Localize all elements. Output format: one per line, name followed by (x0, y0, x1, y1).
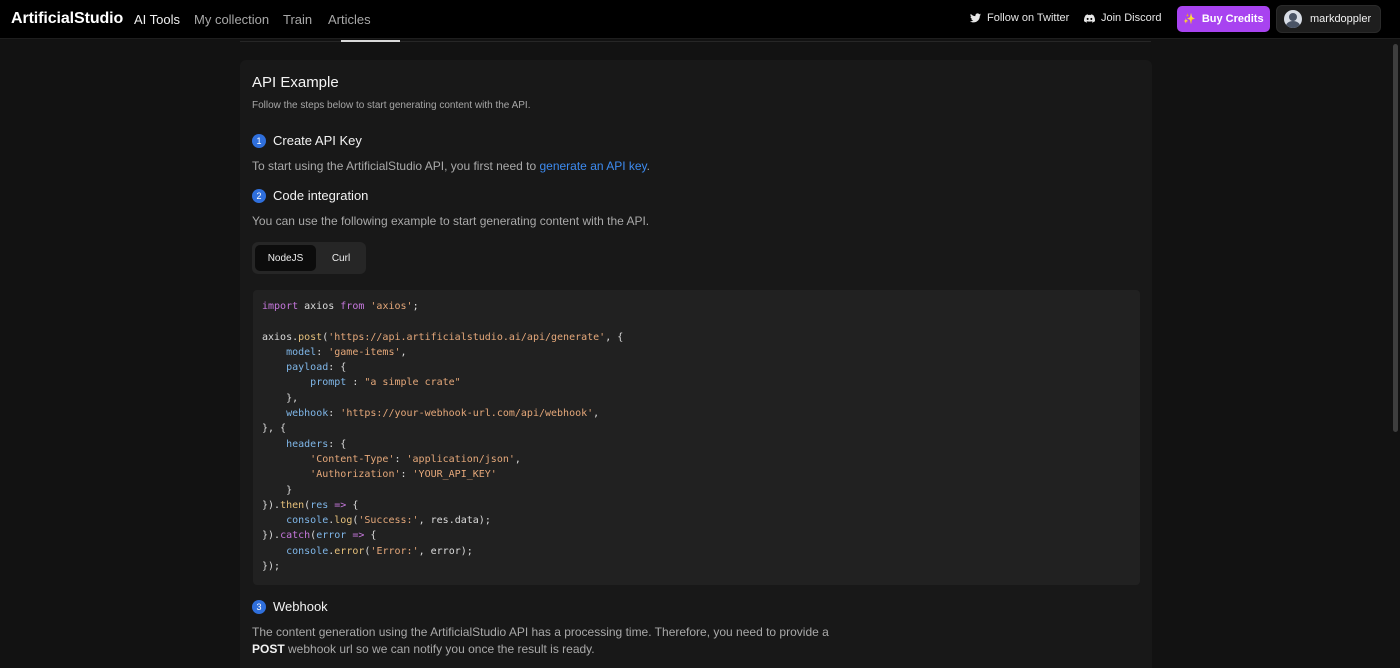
sparkles-icon: ✨ (1183, 13, 1196, 25)
code-token: 'Error:' (370, 545, 419, 557)
step-3-text-line1: The content generation using the Artific… (252, 625, 829, 639)
step-1-text-before: To start using the ArtificialStudio API,… (252, 159, 540, 173)
step-number-badge: 2 (252, 188, 266, 203)
step-1-text: To start using the ArtificialStudio API,… (252, 159, 650, 173)
code-token: 'https://your-webhook-url.com/api/webhoo… (340, 408, 594, 420)
nav-articles[interactable]: Articles (328, 12, 371, 27)
code-snippet: import axios from 'axios'; axios.post('h… (262, 301, 624, 573)
code-token: axios (298, 301, 341, 312)
code-token: 'Authorization' (310, 469, 401, 481)
section-subtitle: Follow the steps below to start generati… (252, 100, 531, 111)
tab-curl[interactable]: Curl (319, 245, 363, 271)
tab-nodejs[interactable]: NodeJS (255, 245, 316, 271)
code-token: 'YOUR_API_KEY' (412, 469, 497, 481)
code-token: 'https://api.artificialstudio.ai/api/gen… (328, 331, 606, 343)
step-number-badge: 1 (252, 133, 266, 148)
code-token: from (340, 301, 365, 312)
nav-ai-tools[interactable]: AI Tools (134, 12, 180, 27)
username: markdoppler (1310, 13, 1372, 25)
join-discord-link[interactable]: Join Discord (1084, 12, 1162, 24)
step-3-text-line2-rest: webhook url so we can notify you once th… (284, 642, 595, 656)
generate-api-key-link[interactable]: generate an API key (539, 159, 646, 173)
buy-credits-button[interactable]: ✨ Buy Credits (1177, 6, 1270, 32)
code-token: "a simple crate" (364, 377, 461, 389)
top-navbar: ArtificialStudio AI Tools My collection … (0, 0, 1400, 39)
brand-logo[interactable]: ArtificialStudio (11, 10, 123, 28)
code-token: 'axios' (370, 301, 413, 312)
code-block[interactable]: import axios from 'axios'; axios.post('h… (253, 290, 1140, 585)
code-token: 'Content-Type' (310, 453, 395, 465)
code-token: 'game-items' (328, 346, 401, 358)
step-title: Create API Key (273, 133, 362, 148)
follow-twitter-link[interactable]: Follow on Twitter (970, 12, 1069, 24)
nav-my-collection[interactable]: My collection (194, 12, 269, 27)
code-token: import (262, 301, 299, 312)
page-scrollbar[interactable] (1393, 44, 1398, 432)
code-language-tabs: NodeJS Curl (252, 242, 366, 274)
code-token: 'Success:' (358, 515, 419, 527)
discord-label: Join Discord (1101, 12, 1162, 24)
step-title: Code integration (273, 188, 369, 203)
section-title: API Example (252, 74, 339, 91)
user-menu-button[interactable]: markdoppler (1276, 5, 1381, 33)
twitter-label: Follow on Twitter (987, 12, 1070, 24)
step-1-text-after: . (646, 159, 651, 173)
step-code-integration: 2 Code integration (252, 188, 368, 203)
buy-credits-label: Buy Credits (1201, 13, 1264, 25)
twitter-icon (970, 13, 981, 23)
page-tab-active-indicator (341, 40, 400, 42)
discord-icon (1084, 13, 1095, 23)
post-method-label: POST (252, 642, 285, 656)
code-token: 'application/json' (406, 453, 515, 465)
step-title: Webhook (273, 599, 328, 614)
avatar (1284, 10, 1302, 28)
step-create-api-key: 1 Create API Key (252, 133, 362, 148)
step-number-badge: 3 (252, 599, 266, 614)
step-2-text: You can use the following example to sta… (252, 214, 650, 228)
step-3-text-line2: POST webhook url so we can notify you on… (252, 642, 595, 656)
nav-train[interactable]: Train (283, 12, 312, 27)
step-webhook: 3 Webhook (252, 599, 328, 614)
